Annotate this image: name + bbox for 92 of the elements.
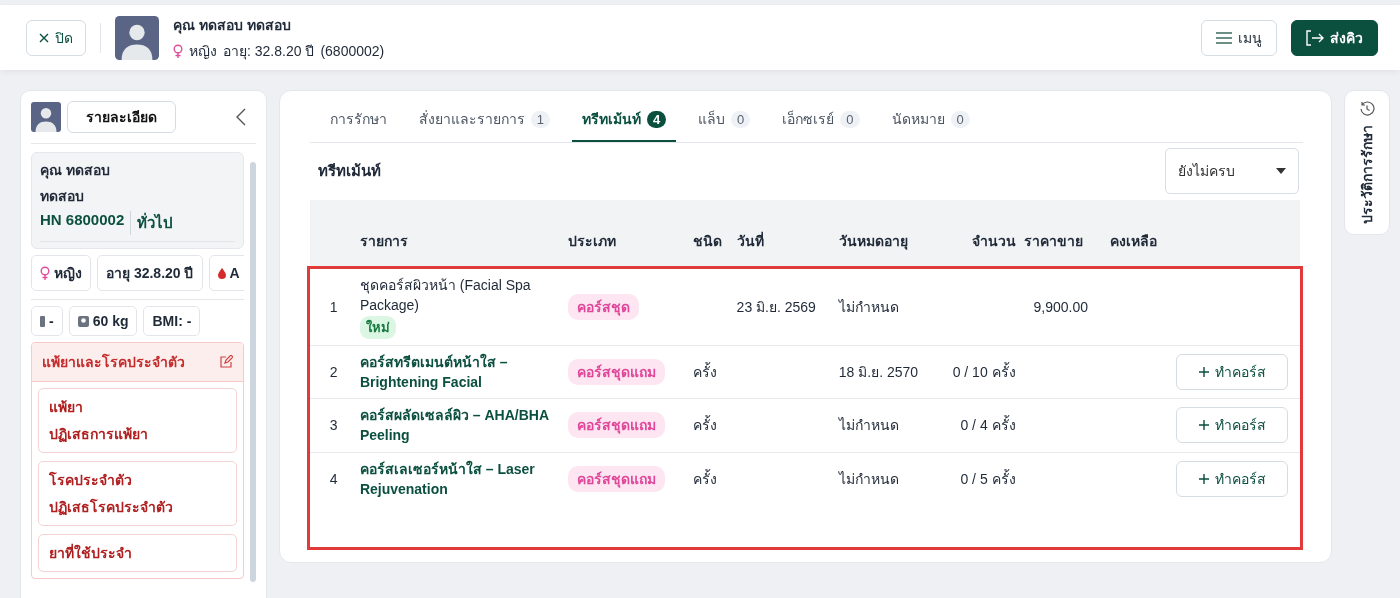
row-number: 4 (309, 452, 356, 506)
tab[interactable]: แล็บ 0 (688, 99, 761, 142)
plus-icon (1198, 474, 1209, 485)
unit-cell: ครั้ง (693, 471, 718, 488)
allergy-label: โรคประจำตัว (49, 470, 133, 490)
allergy-label: ยาที่ใช้ประจำ (49, 542, 133, 563)
tab[interactable]: สั่งยาและรายการ 1 (408, 99, 560, 142)
count-badge: 0 (840, 110, 860, 128)
column-header: จำนวน (937, 200, 1020, 269)
column-header: คงเหลือ (1105, 200, 1173, 269)
section-title: ทรีทเม้นท์ (317, 161, 381, 181)
allergy-title: แพ้ยาและโรคประจำตัว (42, 352, 185, 372)
blood-drop-icon (217, 267, 226, 279)
count-badge: 1 (530, 110, 550, 128)
do-course-button[interactable]: ทำคอร์ส (1176, 461, 1289, 498)
caret-icon (1276, 168, 1287, 174)
info-chip: อายุ 32.8.20 ปี (97, 255, 203, 291)
exit-arrow-icon (1306, 29, 1324, 46)
menu-icon (1216, 31, 1232, 44)
allergy-label: แพ้ยา (49, 398, 84, 417)
patient-name: คุณ ทดสอบ (40, 161, 111, 181)
patient-name: คุณ ทดสอบ ทดสอบ (173, 15, 292, 36)
expiry-cell: ไม่กำหนด (838, 471, 899, 488)
item-name: ชุดคอร์สผิวหน้า (Facial Spa Package) (359, 276, 532, 316)
column-header: ชนิด (689, 200, 733, 269)
collapse-chevron-icon[interactable] (235, 108, 246, 126)
patient-name: ทดสอบ (40, 187, 85, 206)
scrollbar[interactable] (249, 162, 256, 582)
row-number: 1 (309, 268, 356, 346)
allergy-value: ปฏิเสธโรคประจำตัว (49, 497, 174, 518)
column-header: วันที่ (732, 200, 835, 269)
column-header: วันหมดอายุ (834, 200, 937, 269)
item-name: คอร์สผลัดเซลล์ผิว – AHA/BHA Peeling (359, 406, 550, 446)
menu-button[interactable]: เมนู (1201, 19, 1277, 56)
unit-cell: ครั้ง (693, 363, 718, 380)
allergy-value: ปฏิเสธการแพ้ยา (49, 425, 149, 445)
plus-icon (1198, 420, 1209, 431)
date-cell: 23 มิ.ย. 2569 (736, 298, 816, 315)
measure-chip: BMI: - (143, 306, 201, 336)
do-course-button[interactable]: ทำคอร์ส (1176, 407, 1289, 444)
female-icon (40, 266, 50, 280)
tab[interactable]: นัดหมาย 0 (881, 99, 980, 142)
item-name: คอร์สเลเซอร์หน้าใส – Laser Rejuvenation (359, 459, 536, 500)
type-tag: คอร์สชุดแถม (567, 358, 665, 385)
expiry-cell: ไม่กำหนด (838, 298, 899, 315)
tab[interactable]: การรักษา (319, 99, 397, 142)
close-icon (39, 32, 49, 43)
tab[interactable]: เอ็กซเรย์ 0 (772, 99, 870, 142)
quantity-cell: 0 / 4 ครั้ง (960, 417, 1016, 434)
count-badge: 4 (646, 110, 667, 128)
item-name: คอร์สทรีตเมนต์หน้าใส – Brightening Facial (359, 352, 509, 392)
patient-type: ทั่วไป (130, 211, 174, 235)
female-icon (173, 43, 183, 58)
unit-cell: ครั้ง (693, 417, 718, 434)
measure-chip: - (31, 306, 63, 336)
edit-icon[interactable] (218, 355, 233, 369)
price-cell: 9,900.00 (1033, 298, 1089, 315)
new-badge: ใหม่ (359, 315, 396, 339)
count-badge: 0 (950, 110, 970, 128)
column-header: ราคาขาย (1019, 200, 1106, 269)
details-button[interactable]: รายละเอียด (67, 101, 176, 133)
quantity-cell: 0 / 10 ครั้ง (952, 363, 1016, 380)
patient-gender: หญิง (189, 41, 217, 61)
info-chip: หญิง (31, 255, 91, 291)
patient-hn: (6800002) (320, 42, 385, 59)
count-badge: 0 (731, 110, 751, 128)
type-tag: คอร์สชุด (567, 293, 639, 320)
ruler-icon (40, 315, 45, 327)
patient-age: อายุ: 32.8.20 ปี (223, 41, 315, 62)
type-tag: คอร์สชุดแถม (567, 412, 665, 439)
scale-icon (77, 315, 89, 327)
avatar-icon (31, 102, 61, 132)
history-icon (1359, 101, 1376, 117)
quantity-cell: 0 / 5 ครั้ง (960, 471, 1016, 488)
close-button[interactable]: ปิด (26, 19, 86, 56)
row-number: 2 (309, 345, 356, 399)
hn-number: HN 6800002 (40, 211, 125, 230)
expiry-cell: 18 มิ.ย. 2570 (838, 363, 919, 380)
send-queue-button[interactable]: ส่งคิว (1291, 19, 1378, 56)
tab[interactable]: ทรีทเม้นท์ 4 (571, 99, 677, 142)
plus-icon (1198, 366, 1209, 377)
do-course-button[interactable]: ทำคอร์ส (1176, 353, 1289, 390)
avatar-icon (115, 15, 159, 60)
history-side-tab[interactable]: ประวัติการรักษา (1344, 90, 1390, 235)
info-chip: A (208, 255, 244, 291)
column-header: ประเภท (563, 200, 690, 269)
row-number: 3 (309, 398, 356, 453)
status-dropdown[interactable]: ยังไม่ครบ (1165, 148, 1300, 194)
type-tag: คอร์สชุดแถม (567, 466, 665, 493)
expiry-cell: ไม่กำหนด (838, 417, 899, 434)
measure-chip: 60 kg (68, 306, 138, 336)
column-header: รายการ (355, 200, 564, 269)
